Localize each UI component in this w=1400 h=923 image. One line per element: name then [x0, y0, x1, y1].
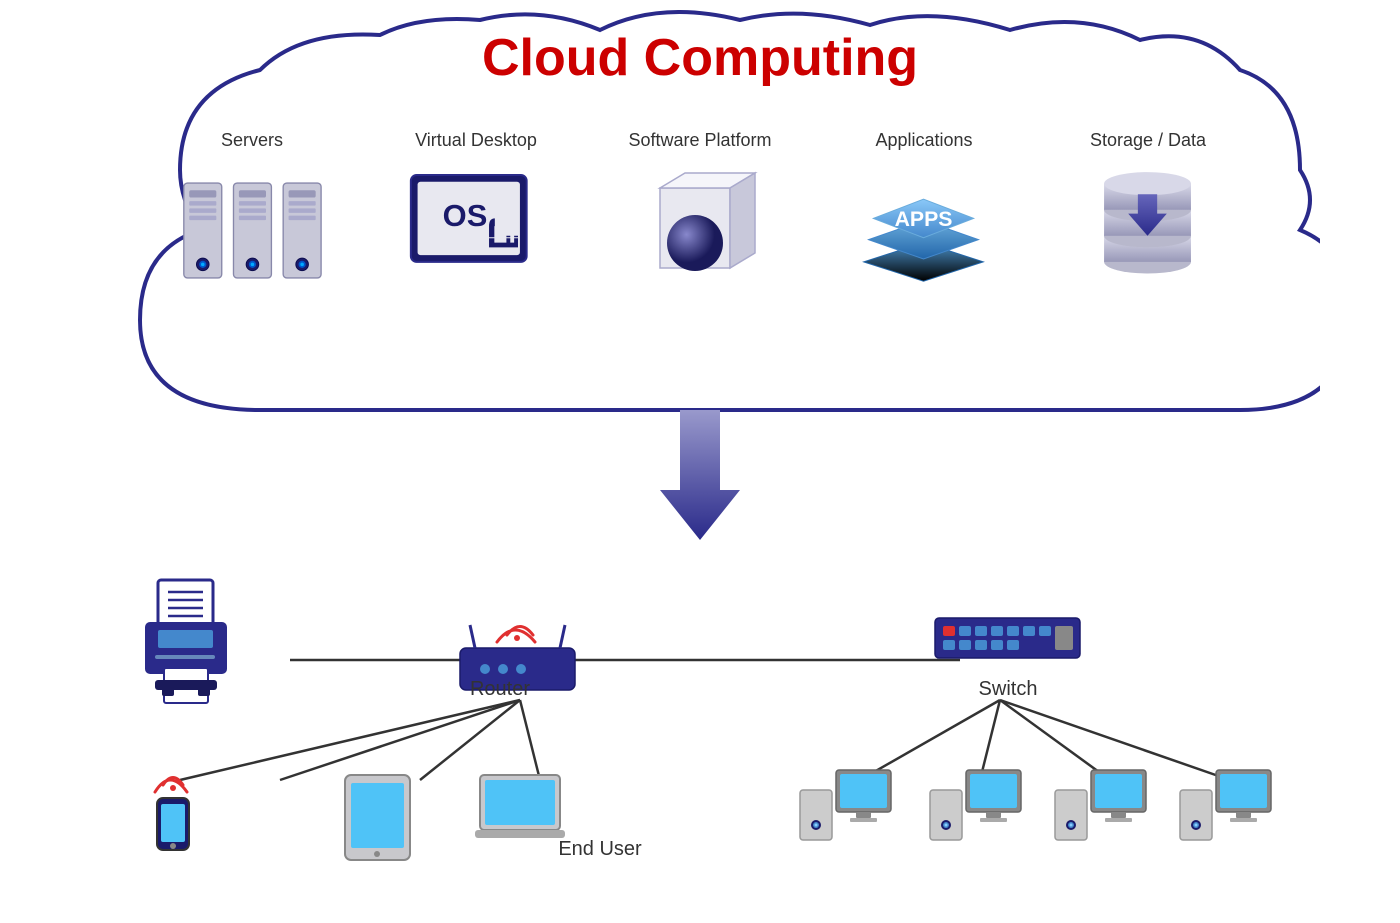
storage-data-label: Storage / Data [1090, 130, 1206, 151]
applications-icon: APPS [854, 165, 994, 295]
cloud-items-row: Servers [80, 130, 1320, 295]
cloud-title: Cloud Computing [482, 28, 918, 88]
virtual-desktop-label: Virtual Desktop [415, 130, 537, 151]
storage-data-item: Storage / Data [1048, 130, 1248, 295]
applications-label: Applications [875, 130, 972, 151]
software-platform-label: Software Platform [628, 130, 771, 151]
software-platform-item: Software Platform [600, 130, 800, 295]
cloud-section: Cloud Computing Servers [80, 10, 1320, 440]
svg-text:Switch: Switch [979, 678, 1038, 700]
software-platform-icon [630, 165, 770, 295]
servers-item: Servers [152, 130, 352, 295]
servers-icon [182, 165, 322, 295]
svg-text:Router: Router [470, 678, 530, 700]
servers-label: Servers [221, 130, 283, 151]
svg-text:End User: End User [558, 838, 642, 860]
svg-text:APPS: APPS [895, 207, 953, 231]
virtual-desktop-item: Virtual Desktop OS [376, 130, 576, 295]
svg-text:OS: OS [443, 198, 488, 233]
main-arrow [650, 410, 750, 545]
storage-data-icon [1078, 165, 1218, 295]
virtual-desktop-icon: OS [406, 165, 546, 295]
applications-item: Applications [824, 130, 1024, 295]
